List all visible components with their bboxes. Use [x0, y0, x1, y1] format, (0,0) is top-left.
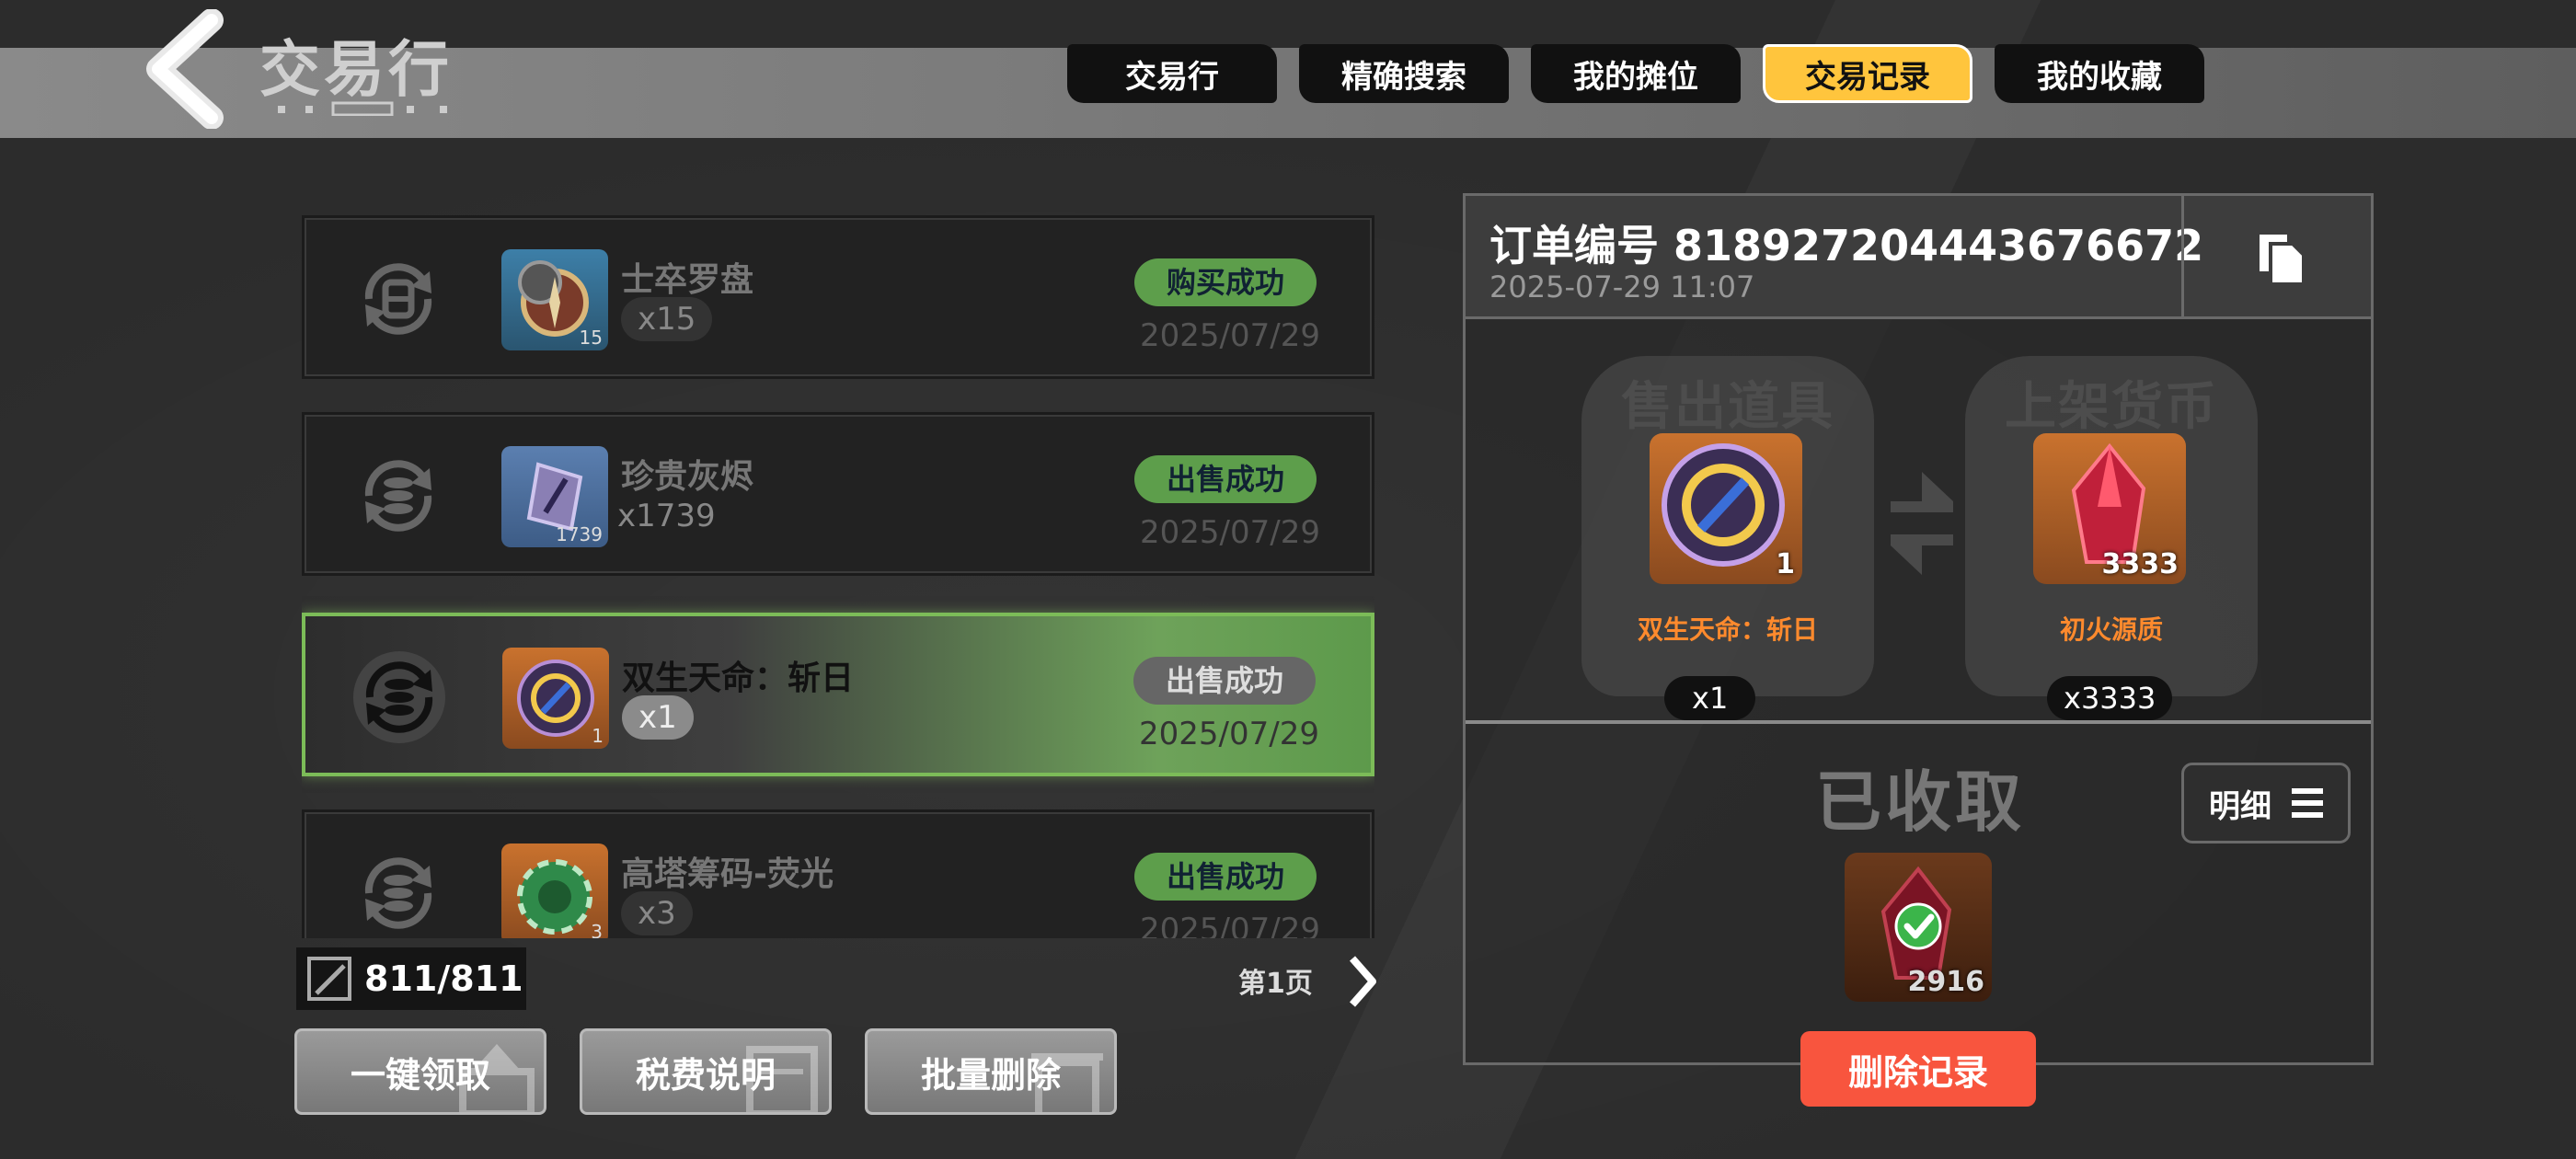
status-badge: 出售成功: [1134, 853, 1317, 901]
claim-all-button[interactable]: 一键领取: [294, 1028, 546, 1115]
chip-icon: 3: [501, 843, 608, 938]
record-list[interactable]: 15 士卒罗盘 x15 购买成功 2025/07/29 1739 珍贵灰烬 x1…: [302, 215, 1374, 938]
document-icon: [746, 1046, 818, 1112]
tab-my-favorites[interactable]: 我的收藏: [1995, 44, 2204, 103]
record-count: 811/811: [364, 958, 523, 999]
collected-label: 已收取: [1815, 763, 2026, 841]
sold-item-qty: x1: [1664, 676, 1756, 720]
coin-stack-icon: [353, 651, 445, 743]
record-row[interactable]: 3 高塔筹码-荧光 x3 出售成功 2025/07/29: [302, 809, 1374, 938]
listed-currency-title: 上架货币: [2005, 377, 2218, 437]
back-arrow-icon[interactable]: [138, 9, 239, 129]
status-badge: 出售成功: [1134, 455, 1317, 503]
title-decoration: [278, 101, 447, 116]
record-row-selected[interactable]: 1 双生天命：斩日 x1 出售成功 2025/07/29: [302, 613, 1374, 776]
tab-precise-search[interactable]: 精确搜索: [1299, 44, 1509, 103]
listed-currency-card: 上架货币 3333 初火源质: [1965, 356, 2258, 696]
order-detail-panel: 订单编号 818927204443676672 2025-07-29 11:07…: [1463, 193, 2374, 1107]
record-date: 2025/07/29: [1140, 514, 1320, 551]
order-number: 订单编号 818927204443676672: [1489, 221, 2204, 270]
batch-delete-button[interactable]: 批量删除: [865, 1028, 1117, 1115]
listed-currency-qty: x3333: [2047, 676, 2173, 720]
record-counter: 811/811: [296, 947, 526, 1010]
record-item-name: 双生天命：斩日: [622, 660, 855, 697]
sold-item-title: 售出道具: [1621, 377, 1834, 437]
tab-trading-house[interactable]: 交易行: [1067, 44, 1277, 103]
record-item-qty: x3: [621, 891, 693, 935]
divider: [1466, 720, 2371, 724]
copy-icon: [2260, 235, 2306, 286]
record-date: 2025/07/29: [1140, 912, 1320, 938]
collected-crystal-icon: 2916: [1845, 853, 1992, 1002]
tab-bar: 交易行 精确搜索 我的摊位 交易记录 我的收藏: [1067, 44, 2204, 103]
compass-icon: 15: [501, 249, 608, 350]
record-item-qty: x15: [621, 297, 713, 341]
sold-item-card: 售出道具 1 双生天命：斩日: [1581, 356, 1874, 696]
record-item-qty: x1739: [617, 498, 716, 534]
coin-stack-icon: [364, 857, 432, 929]
sun-emblem-icon: 1: [502, 648, 609, 749]
sun-emblem-icon: 1: [1650, 433, 1802, 584]
copy-button[interactable]: [2181, 196, 2371, 319]
order-header: 订单编号 818927204443676672 2025-07-29 11:07: [1466, 196, 2371, 319]
record-item-name: 士卒罗盘: [621, 261, 754, 299]
upload-icon: [459, 1044, 535, 1112]
record-date: 2025/07/29: [1140, 317, 1320, 354]
next-page-icon[interactable]: [1345, 940, 1382, 1023]
record-date: 2025/07/29: [1139, 716, 1319, 752]
listed-currency-name: 初火源质: [2059, 614, 2163, 645]
page-title: 交易行: [259, 34, 453, 105]
record-row[interactable]: 1739 珍贵灰烬 x1739 出售成功 2025/07/29: [302, 412, 1374, 576]
stack-icon: [307, 957, 351, 1001]
record-item-name: 高塔筹码-荧光: [621, 855, 834, 893]
detail-button[interactable]: 明细: [2181, 763, 2351, 843]
record-item-qty: x1: [622, 695, 694, 740]
sold-item-name: 双生天命：斩日: [1637, 614, 1818, 645]
tax-info-button[interactable]: 税费说明: [580, 1028, 832, 1115]
status-badge: 出售成功: [1133, 657, 1316, 705]
refresh-currency-icon: [364, 263, 432, 335]
ash-crystal-icon: 1739: [501, 446, 608, 547]
delete-record-button[interactable]: 删除记录: [1800, 1031, 2036, 1107]
page-indicator: 第1页: [1238, 968, 1313, 1000]
trash-icon: [1031, 1053, 1103, 1112]
record-row[interactable]: 15 士卒罗盘 x15 购买成功 2025/07/29: [302, 215, 1374, 379]
menu-icon: [2292, 788, 2323, 818]
tab-trade-records[interactable]: 交易记录: [1763, 44, 1972, 103]
record-item-name: 珍贵灰烬: [621, 458, 754, 496]
crystal-icon: 3333: [2033, 433, 2186, 584]
status-badge: 购买成功: [1134, 258, 1317, 306]
coin-stack-icon: [364, 460, 432, 532]
order-time: 2025-07-29 11:07: [1489, 270, 1755, 304]
exchange-arrows-icon: [1891, 472, 1953, 575]
tab-my-stall[interactable]: 我的摊位: [1531, 44, 1741, 103]
